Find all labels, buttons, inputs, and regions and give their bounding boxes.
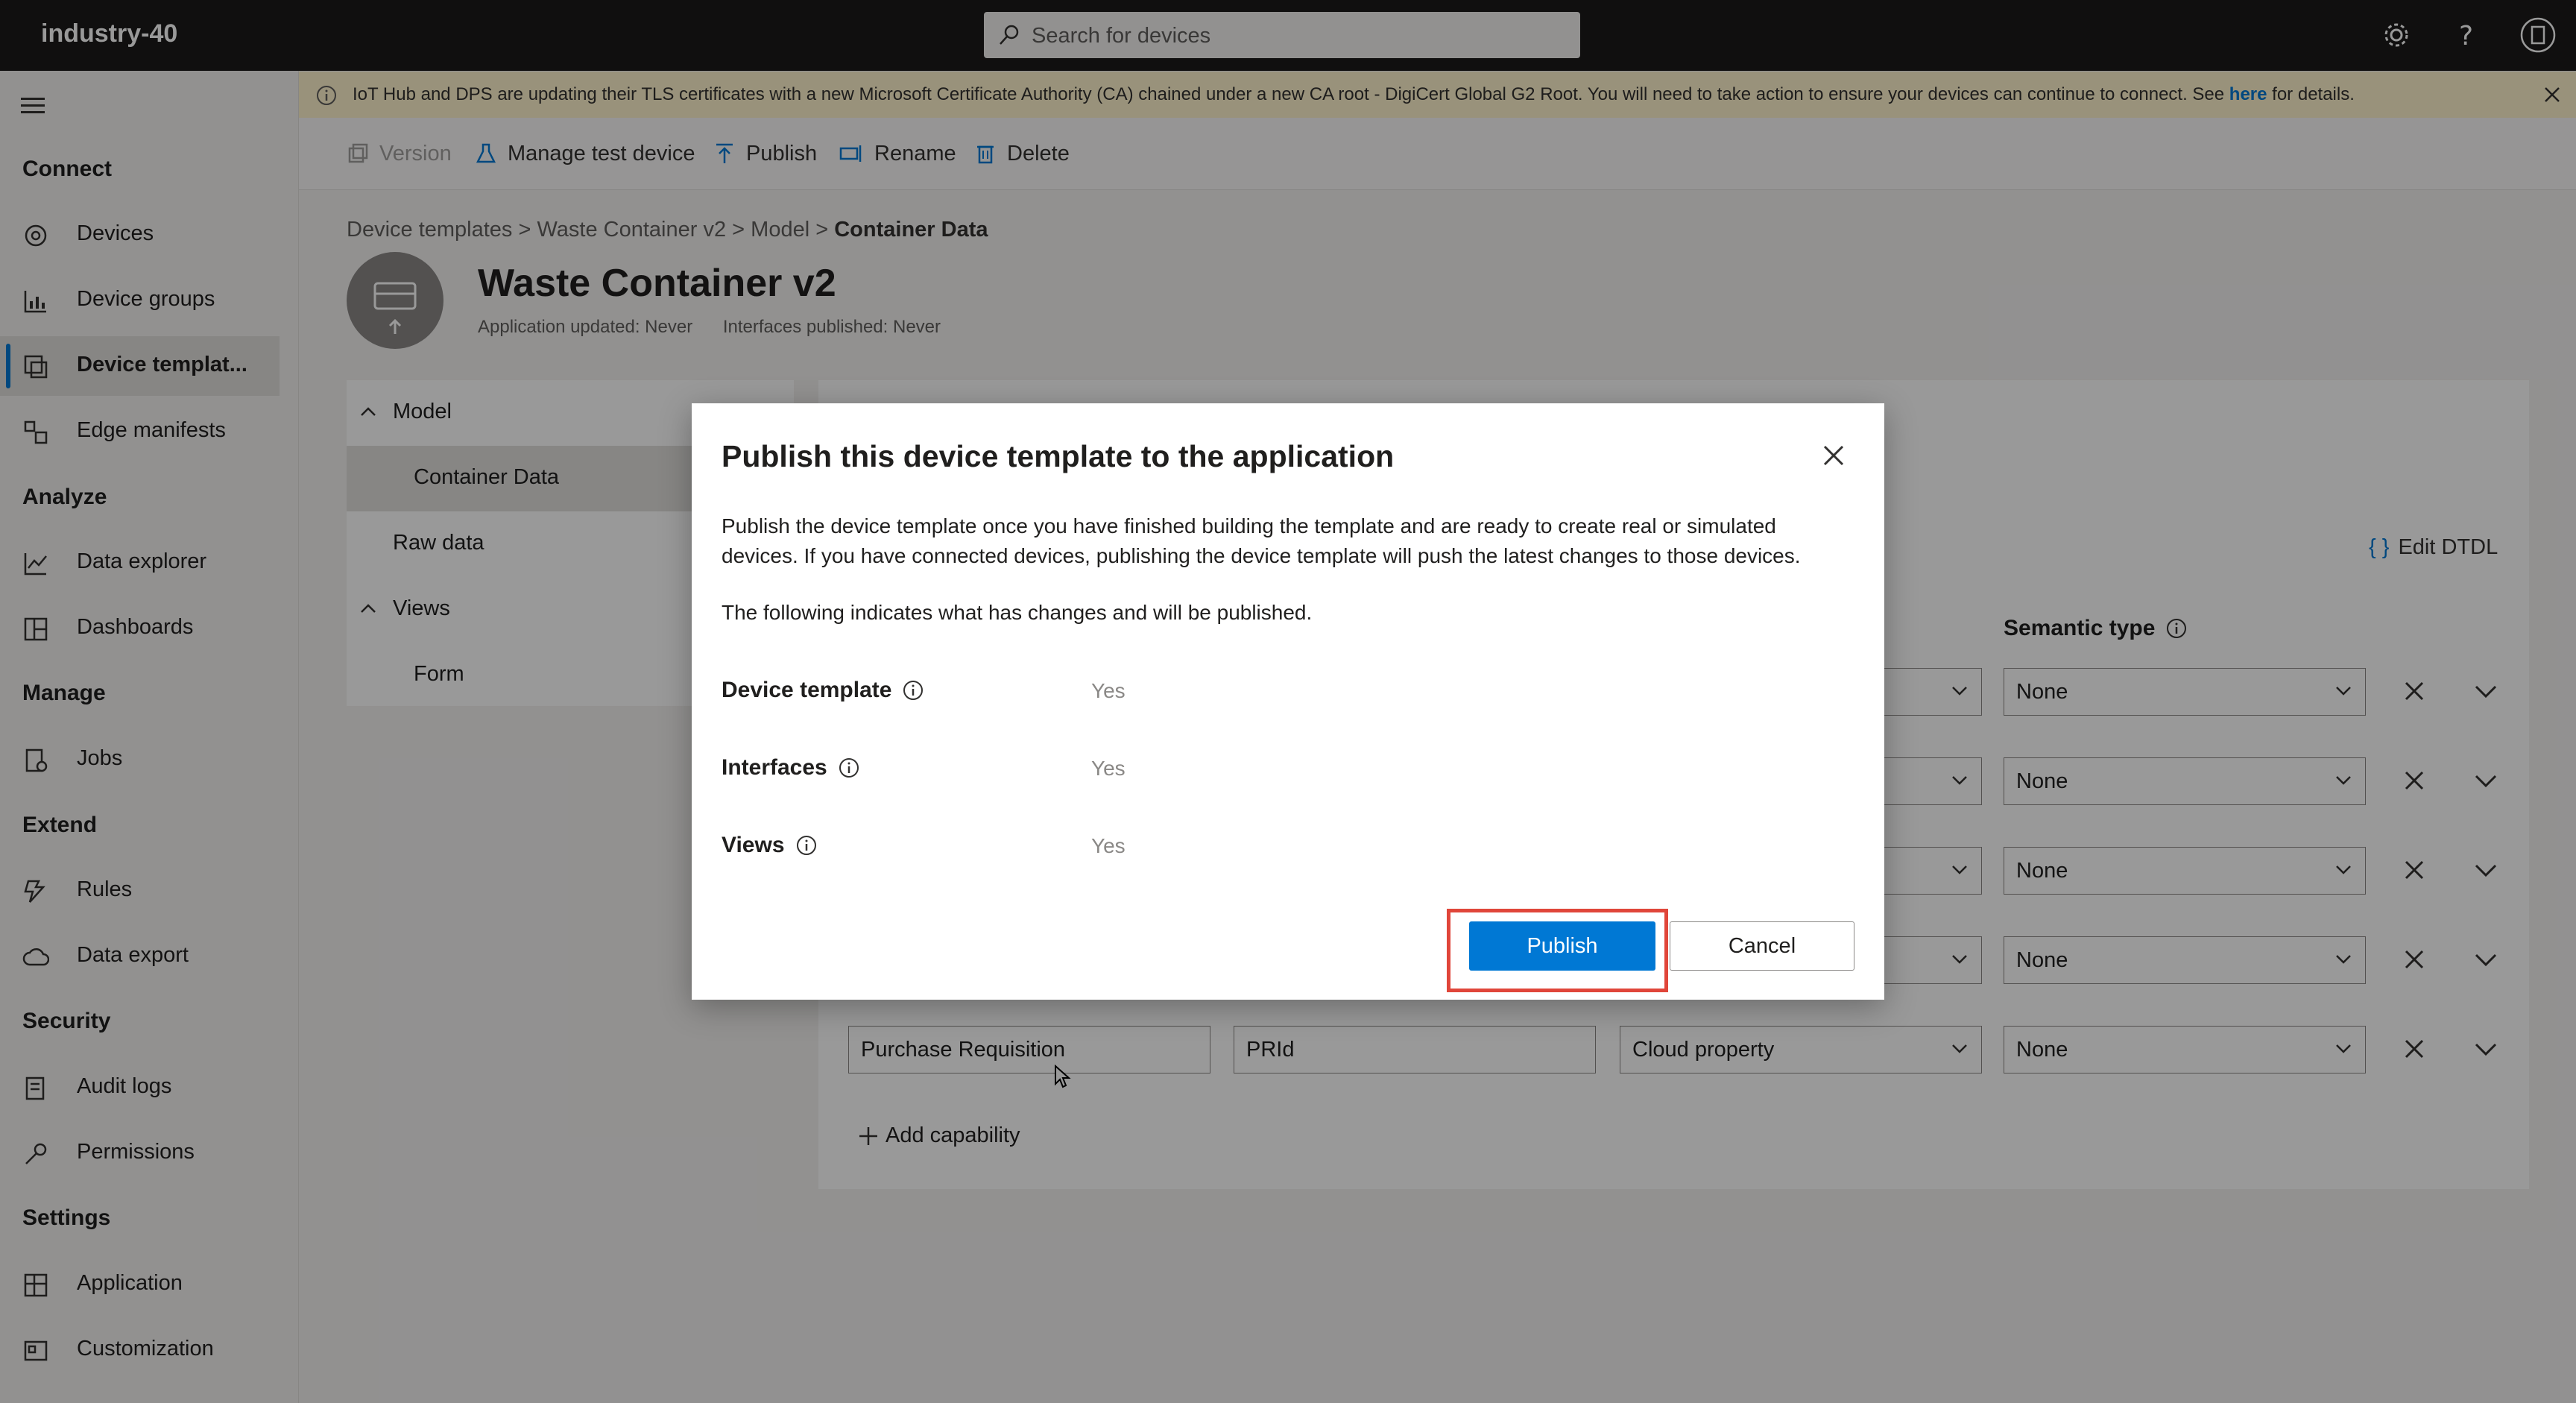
row-label: Interfaces	[722, 755, 827, 780]
close-icon[interactable]	[1819, 441, 1849, 470]
info-icon[interactable]	[838, 757, 860, 779]
row-value: Yes	[1091, 679, 1126, 702]
info-icon[interactable]	[795, 834, 818, 857]
cancel-button[interactable]: Cancel	[1670, 921, 1854, 971]
row-value: Yes	[1091, 834, 1126, 857]
publish-button[interactable]: Publish	[1469, 921, 1655, 971]
row-label: Views	[722, 833, 785, 857]
device-template-row-label: Device template	[722, 678, 924, 703]
views-row-label: Views	[722, 833, 818, 858]
row-value: Yes	[1091, 757, 1126, 780]
dialog-subtitle: The following indicates what has changes…	[722, 601, 1313, 624]
info-icon[interactable]	[902, 679, 924, 702]
dialog-description: Publish the device template once you hav…	[722, 514, 1801, 567]
dialog-title: Publish this device template to the appl…	[722, 439, 1395, 473]
publish-dialog: Publish this device template to the appl…	[692, 403, 1884, 1000]
interfaces-row-label: Interfaces	[722, 755, 860, 781]
row-label: Device template	[722, 678, 892, 702]
